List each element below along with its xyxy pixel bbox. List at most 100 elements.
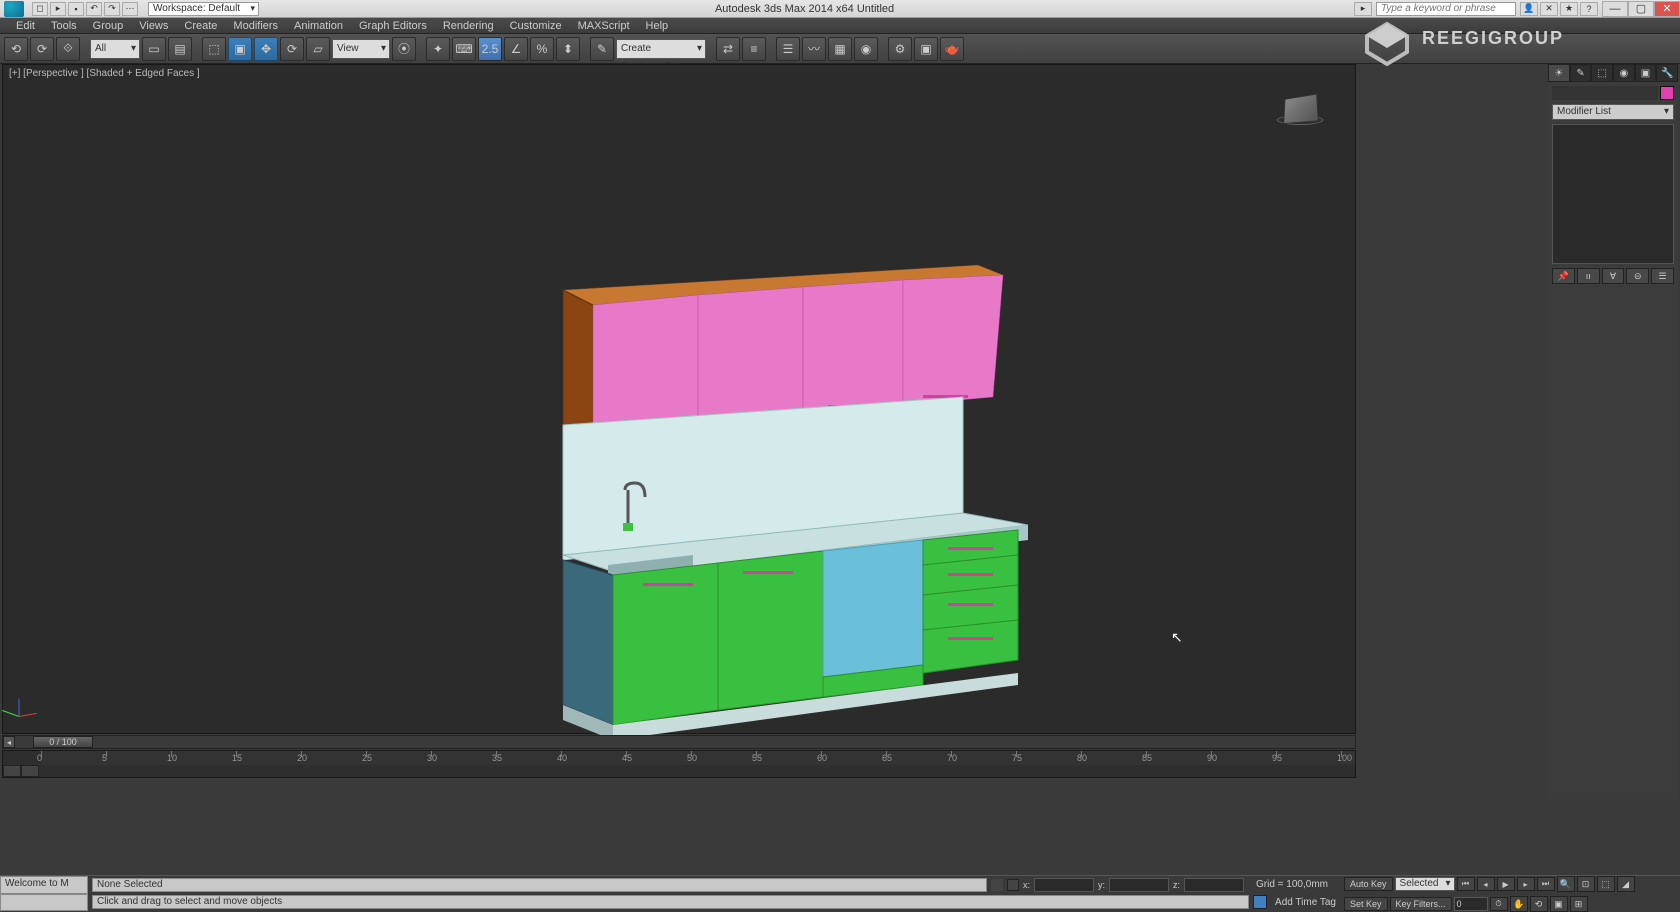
keyboard-shortcut-button[interactable]: ⌨	[452, 37, 476, 61]
layer-manager-button[interactable]: ☰	[776, 37, 800, 61]
goto-start-button[interactable]: ⏮	[1457, 877, 1475, 891]
object-color-swatch[interactable]	[1660, 86, 1674, 100]
link-button[interactable]: ⟐	[56, 37, 80, 61]
material-editor-button[interactable]: ◉	[854, 37, 878, 61]
add-time-tag[interactable]: Add Time Tag	[1275, 897, 1336, 908]
angle-snap-button[interactable]: ∠	[504, 37, 528, 61]
utilities-tab[interactable]: 🔧	[1656, 64, 1678, 82]
select-move-button[interactable]: ✥	[254, 37, 278, 61]
trackbar-toggle-button[interactable]	[3, 765, 21, 777]
keymode-dropdown[interactable]: Selected	[1395, 877, 1455, 891]
viewport-label[interactable]: [+] [Perspective ] [Shaded + Edged Faces…	[9, 68, 200, 79]
menu-edit[interactable]: Edit	[8, 20, 43, 32]
configure-sets-button[interactable]: ☰	[1651, 268, 1674, 284]
maximize-viewport-button[interactable]: ▣	[1550, 896, 1568, 912]
pin-stack-button[interactable]: 📌	[1552, 268, 1575, 284]
curve-editor-button[interactable]: 〰	[802, 37, 826, 61]
track-bar[interactable]: 0510152025303540455055606570758085909510…	[2, 750, 1356, 778]
create-tab[interactable]: ☀	[1548, 64, 1570, 82]
maxscript-listener[interactable]: Welcome to M	[0, 876, 88, 894]
modifier-stack[interactable]	[1552, 124, 1674, 264]
edit-named-selection-button[interactable]: ✎	[590, 37, 614, 61]
menu-tools[interactable]: Tools	[43, 20, 85, 32]
menu-group[interactable]: Group	[85, 20, 132, 32]
open-icon[interactable]: ▸	[50, 2, 66, 16]
zoom-button[interactable]: 🔍	[1557, 876, 1575, 892]
menu-modifiers[interactable]: Modifiers	[225, 20, 286, 32]
current-frame-field[interactable]: 0	[1454, 897, 1488, 911]
modifier-list-dropdown[interactable]: Modifier List	[1552, 104, 1674, 120]
select-object-button[interactable]: ▭	[142, 37, 166, 61]
trackbar-key-button[interactable]	[21, 765, 39, 777]
maxscript-input[interactable]	[0, 894, 88, 912]
schematic-view-button[interactable]: ▦	[828, 37, 852, 61]
fov-button[interactable]: ◢	[1617, 876, 1635, 892]
close-button[interactable]: ✕	[1654, 1, 1680, 17]
menu-views[interactable]: Views	[131, 20, 176, 32]
select-rotate-button[interactable]: ⟳	[280, 37, 304, 61]
coord-display-toggle[interactable]	[1007, 879, 1019, 891]
time-slider[interactable]: ◂ 0 / 100 ▸	[2, 735, 1356, 749]
menu-animation[interactable]: Animation	[286, 20, 351, 32]
modify-tab[interactable]: ✎	[1570, 64, 1592, 82]
render-button[interactable]: 🫖	[940, 37, 964, 61]
window-crossing-button[interactable]: ▣	[228, 37, 252, 61]
menu-help[interactable]: Help	[638, 20, 677, 32]
time-slider-handle[interactable]: 0 / 100	[33, 736, 93, 748]
autokey-button[interactable]: Auto Key	[1344, 877, 1393, 891]
redo-icon[interactable]: ↷	[104, 2, 120, 16]
keyfilters-button[interactable]: Key Filters...	[1390, 897, 1452, 911]
render-frame-button[interactable]: ▣	[914, 37, 938, 61]
pan-button[interactable]: ✋	[1510, 896, 1528, 912]
prev-frame-button[interactable]: ◂	[1477, 877, 1495, 891]
percent-snap-button[interactable]: %	[530, 37, 554, 61]
setkey-button[interactable]: Set Key	[1344, 897, 1388, 911]
lock-selection-button[interactable]	[991, 879, 1003, 891]
z-coord-field[interactable]	[1184, 878, 1244, 892]
goto-end-button[interactable]: ⏭	[1537, 877, 1555, 891]
link-icon[interactable]: ⋯	[122, 2, 138, 16]
comm-center-icon[interactable]	[1253, 895, 1267, 909]
render-setup-button[interactable]: ⚙	[888, 37, 912, 61]
named-selection-dropdown[interactable]: Create Selection Set	[616, 39, 706, 59]
orbit-button[interactable]: ⟲	[1530, 896, 1548, 912]
menu-maxscript[interactable]: MAXScript	[570, 20, 638, 32]
ref-coord-dropdown[interactable]: View	[332, 39, 390, 59]
zoom-all-button[interactable]: ⊡	[1577, 876, 1595, 892]
x-coord-field[interactable]	[1034, 878, 1094, 892]
spinner-snap-button[interactable]: ⬍	[556, 37, 580, 61]
display-tab[interactable]: ▣	[1635, 64, 1657, 82]
search-input[interactable]	[1376, 2, 1516, 16]
viewport[interactable]: [+] [Perspective ] [Shaded + Edged Faces…	[2, 64, 1356, 734]
maximize-button[interactable]: ▢	[1628, 1, 1654, 17]
make-unique-button[interactable]: ∀	[1602, 268, 1625, 284]
select-scale-button[interactable]: ▱	[306, 37, 330, 61]
snap-toggle-button[interactable]: 2.5	[478, 37, 502, 61]
toggle-panel-icon[interactable]: ▸	[1354, 2, 1372, 16]
select-by-name-button[interactable]: ▤	[168, 37, 192, 61]
app-icon[interactable]	[4, 1, 24, 17]
menu-customize[interactable]: Customize	[502, 20, 570, 32]
workspace-dropdown[interactable]: Workspace: Default	[148, 2, 259, 16]
y-coord-field[interactable]	[1109, 878, 1169, 892]
undo-button[interactable]: ⟲	[4, 37, 28, 61]
menu-grapheditors[interactable]: Graph Editors	[351, 20, 435, 32]
min-max-button[interactable]: ⊞	[1570, 896, 1588, 912]
save-icon[interactable]: ▪	[68, 2, 84, 16]
menu-rendering[interactable]: Rendering	[435, 20, 502, 32]
show-end-result-button[interactable]: ıı	[1577, 268, 1600, 284]
mirror-button[interactable]: ⇄	[716, 37, 740, 61]
minimize-button[interactable]: —	[1602, 1, 1628, 17]
hierarchy-tab[interactable]: ⬚	[1591, 64, 1613, 82]
pivot-button[interactable]: ⦿	[392, 37, 416, 61]
favorite-icon[interactable]: ★	[1560, 2, 1578, 16]
zoom-extents-button[interactable]: ⬚	[1597, 876, 1615, 892]
time-prev-button[interactable]: ◂	[3, 736, 15, 748]
new-icon[interactable]: ◻	[32, 2, 48, 16]
view-cube[interactable]	[1275, 95, 1325, 135]
exchange-icon[interactable]: ✕	[1540, 2, 1558, 16]
manipulate-button[interactable]: ✦	[426, 37, 450, 61]
object-name-field[interactable]	[1552, 86, 1658, 100]
help-icon[interactable]: ?	[1580, 2, 1598, 16]
play-button[interactable]: ▶	[1497, 877, 1515, 891]
